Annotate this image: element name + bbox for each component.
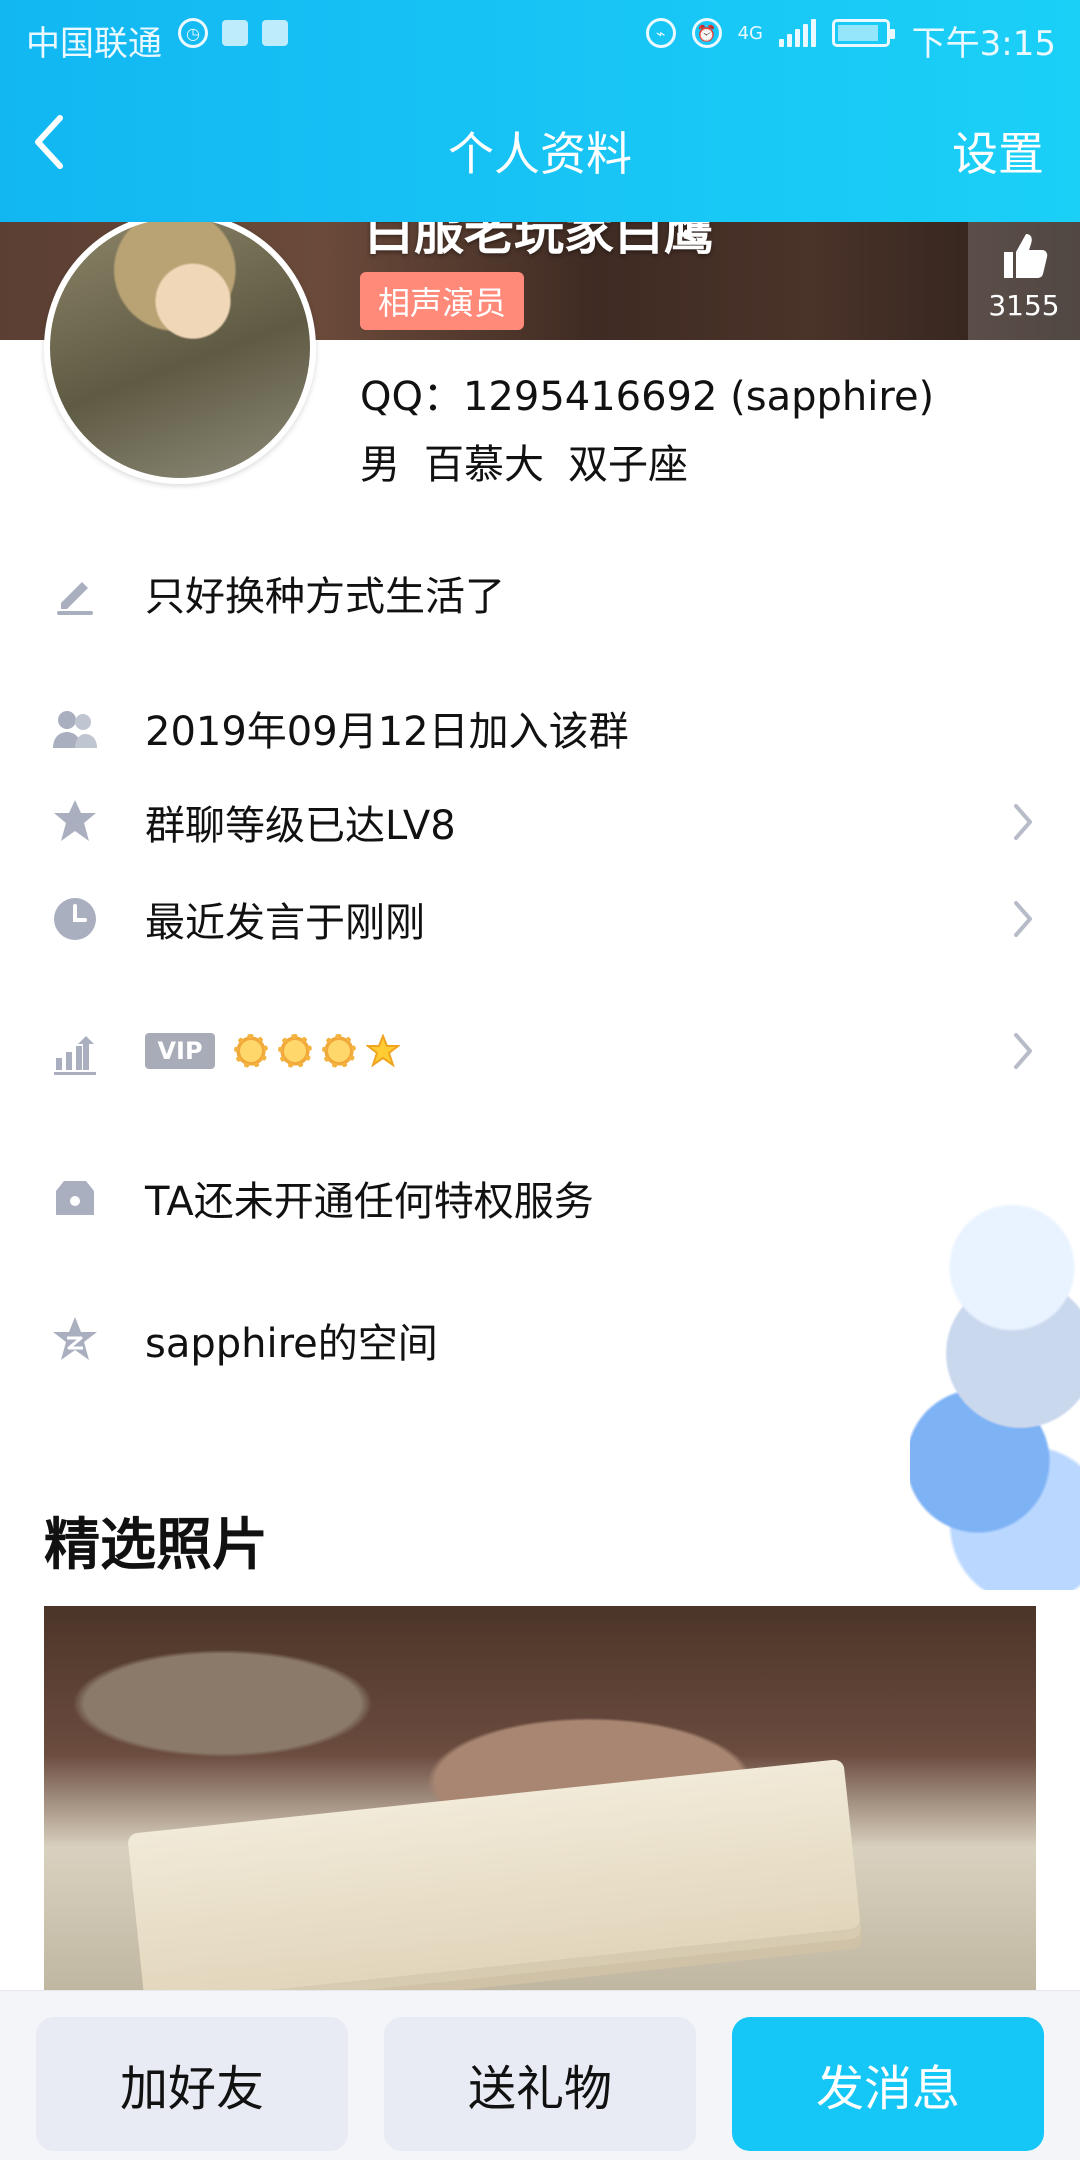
members-icon [48,701,102,755]
growth-chart-icon [48,1024,102,1078]
add-friend-button[interactable]: 加好友 [36,2017,348,2151]
pencil-icon [48,566,102,620]
send-gift-button[interactable]: 送礼物 [384,2017,696,2151]
battery-icon [832,19,895,47]
vip-tag: VIP [145,1033,215,1069]
star-icon [366,1034,400,1068]
joined-text: 2019年09月12日加入该群 [145,709,629,755]
gender-label: 男 [360,442,400,488]
photo-content [127,1758,861,1996]
chevron-right-icon [1014,1033,1032,1069]
title-badge[interactable]: 相声演员 [360,272,525,330]
top-bar: 中国联通 ◷ ⌁ ⏰ 4G 下午3:15 个人资料 设置 [0,0,1080,222]
avatar[interactable] [44,212,316,484]
bottom-action-bar: 加好友 送礼物 发消息 [0,1990,1080,2160]
settings-button[interactable]: 设置 [952,118,1044,184]
thumbs-up-icon [1004,234,1048,278]
privilege-text: TA还未开通任何特权服务 [145,1179,594,1225]
nfc-icon: ⌁ [645,18,676,48]
status-bar: 中国联通 ◷ ⌁ ⏰ 4G 下午3:15 [0,0,1080,75]
group-level-row[interactable]: 群聊等级已达LV8 [0,782,1080,862]
qq-number: QQ：1295416692 (sapphire) [360,374,935,420]
status-right-icons: ⌁ ⏰ 4G [645,18,895,48]
timer-icon: ◷ [178,18,208,48]
profile-meta: 男 百慕大 双子座 [360,432,688,490]
featured-photos-title: 精选照片 [44,1513,268,1578]
chevron-right-icon [1014,804,1032,840]
network-label: 4G [737,22,763,44]
signature-text: 只好换种方式生活了 [145,574,505,620]
sun-icon [234,1034,268,1068]
clock: 下午3:15 [911,24,1056,64]
status-left-icons: ◷ [178,18,288,48]
send-message-button[interactable]: 发消息 [732,2017,1044,2151]
star-badge-icon [48,795,102,849]
message-notification-icon [262,20,288,46]
carrier-label: 中国联通 [26,24,162,64]
last-post-text: 最近发言于刚刚 [145,900,425,946]
sun-icon [322,1034,356,1068]
joined-row: 2019年09月12日加入该群 [0,688,1080,768]
featured-photo[interactable] [44,1606,1036,1996]
signal-icon [779,19,816,47]
profile-nickname: 白服老玩家白鹰 [364,222,714,261]
group-level-text: 群聊等级已达LV8 [145,803,456,849]
vip-row[interactable]: VIP [0,1011,1080,1091]
crown-box-icon [48,1171,102,1225]
chevron-right-icon [1014,901,1032,937]
like-button[interactable]: 3155 [968,222,1080,340]
school-label: 百慕大 [424,442,544,488]
vip-level-stars [234,1034,400,1068]
last-post-row[interactable]: 最近发言于刚刚 [0,879,1080,959]
signature-row[interactable]: 只好换种方式生活了 [0,553,1080,633]
clock-icon [48,892,102,946]
sun-icon [278,1034,312,1068]
decorative-mascot [910,1160,1080,1590]
alarm-icon: ⏰ [691,18,722,48]
like-count: 3155 [988,289,1060,322]
app-notification-icon [222,20,248,46]
space-text: sapphire的空间 [145,1321,438,1367]
qzone-star-icon [48,1313,102,1367]
zodiac-label: 双子座 [568,442,688,488]
page-title: 个人资料 [448,127,632,181]
